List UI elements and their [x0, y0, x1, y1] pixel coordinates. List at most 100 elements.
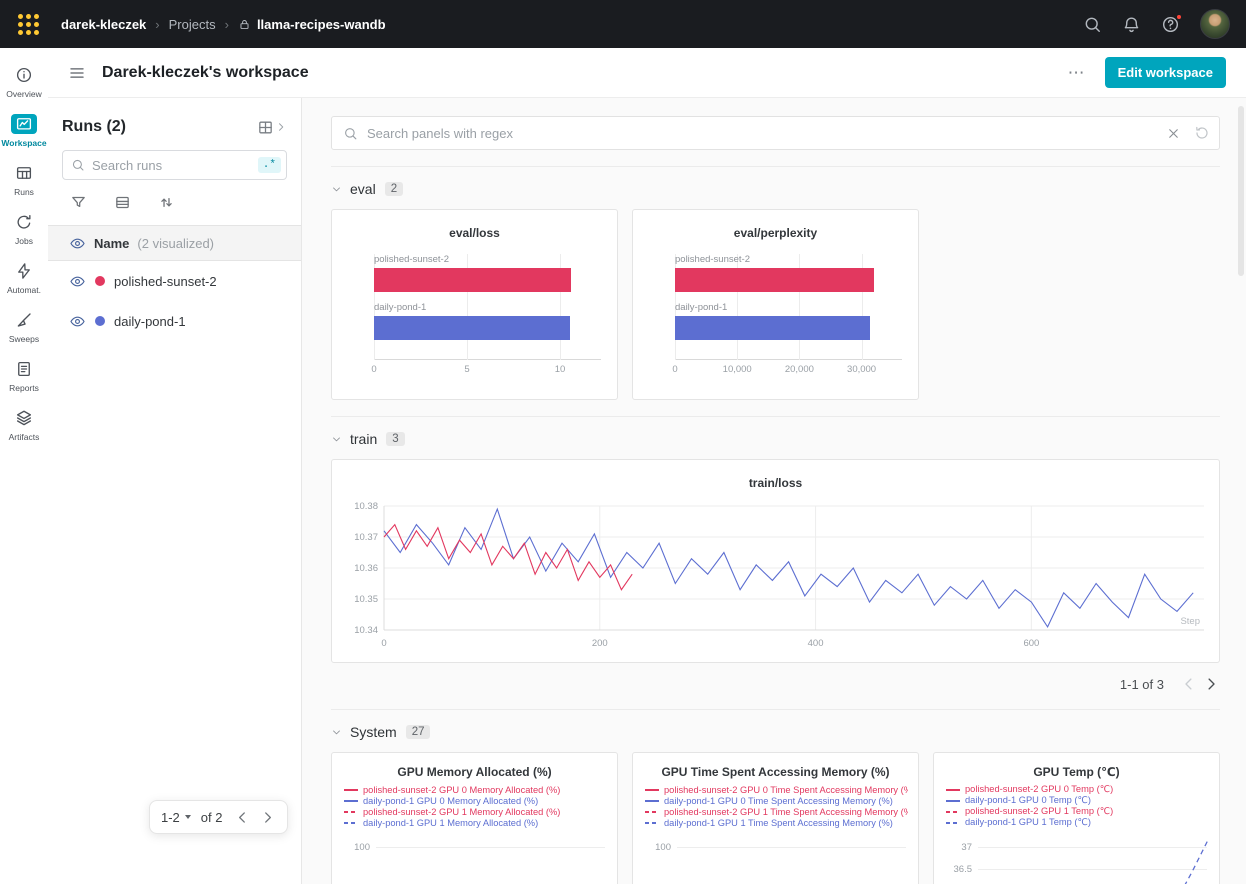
- svg-text:10.35: 10.35: [354, 594, 378, 605]
- artifacts-layers-icon: [11, 408, 37, 428]
- panel-eval-loss[interactable]: eval/loss polished-sunset-2daily-pond-1 …: [331, 209, 618, 400]
- legend-label: daily-pond-1 GPU 1 Time Spent Accessing …: [664, 818, 893, 828]
- svg-text:10.34: 10.34: [354, 625, 378, 636]
- legend-line-marker: [344, 789, 358, 791]
- legend-label: daily-pond-1 GPU 0 Time Spent Accessing …: [664, 796, 893, 806]
- search-icon: [343, 126, 358, 141]
- run-row-daily-pond-1[interactable]: daily-pond-1: [48, 301, 301, 341]
- legend-item[interactable]: daily-pond-1 GPU 1 Time Spent Accessing …: [645, 817, 908, 828]
- panel-gpu-memory-allocated[interactable]: GPU Memory Allocated (%) polished-sunset…: [331, 752, 618, 884]
- axis-tick-label: 10: [555, 364, 566, 375]
- section-train-header[interactable]: train 3: [331, 431, 405, 447]
- runs-pagination: 1-2 of 2: [149, 800, 288, 834]
- search-runs-input[interactable]: [92, 158, 251, 173]
- sidebar-item-runs[interactable]: Runs: [0, 156, 48, 205]
- sidebar-item-workspace[interactable]: Workspace: [0, 107, 48, 156]
- run-search-box: .*: [62, 150, 287, 180]
- legend-label: daily-pond-1 GPU 1 Memory Allocated (%): [363, 818, 538, 828]
- train-pagination: 1-1 of 3: [331, 675, 1220, 693]
- section-eval: eval 2 eval/loss polished-sunset-2daily-…: [331, 166, 1220, 400]
- edit-workspace-button[interactable]: Edit workspace: [1105, 57, 1226, 88]
- eval-perplexity-chart: polished-sunset-2daily-pond-1: [675, 254, 902, 360]
- sidebar-item-jobs[interactable]: Jobs: [0, 205, 48, 254]
- legend-item[interactable]: daily-pond-1 GPU 1 Temp (℃): [946, 817, 1209, 828]
- axis-row: 37: [946, 836, 1207, 858]
- visibility-eye-icon[interactable]: [69, 313, 86, 330]
- next-page-button[interactable]: [259, 809, 276, 826]
- legend-item[interactable]: daily-pond-1 GPU 0 Memory Allocated (%): [344, 795, 607, 806]
- prev-page-button[interactable]: [1180, 675, 1198, 693]
- panel-search-box: [331, 116, 1220, 150]
- sidebar-item-reports[interactable]: Reports: [0, 352, 48, 401]
- chart-legend: polished-sunset-2 GPU 0 Temp (℃)daily-po…: [946, 784, 1209, 828]
- run-row-polished-sunset-2[interactable]: polished-sunset-2: [48, 261, 301, 301]
- notification-dot: [1175, 13, 1183, 21]
- regex-toggle-button[interactable]: .*: [258, 157, 281, 173]
- breadcrumb-user[interactable]: darek-kleczek: [61, 17, 146, 32]
- more-options-button[interactable]: ⋯: [1068, 63, 1087, 83]
- next-page-button[interactable]: [1202, 675, 1220, 693]
- legend-item[interactable]: polished-sunset-2 GPU 0 Temp (℃): [946, 784, 1209, 795]
- panel-train-loss[interactable]: train/loss 10.3810.3710.3610.3510.340200…: [331, 459, 1220, 663]
- workspace-actions: ⋯ Edit workspace: [1068, 57, 1226, 88]
- panel-gpu-temp[interactable]: GPU Temp (℃) polished-sunset-2 GPU 0 Tem…: [933, 752, 1220, 884]
- sidebar-item-artifacts[interactable]: Artifacts: [0, 401, 48, 450]
- info-icon: [11, 65, 37, 85]
- section-system-header[interactable]: System 27: [331, 724, 430, 740]
- group-icon[interactable]: [114, 194, 131, 211]
- legend-item[interactable]: daily-pond-1 GPU 0 Time Spent Accessing …: [645, 795, 908, 806]
- runs-panel-title: Runs (2): [62, 118, 126, 136]
- legend-item[interactable]: polished-sunset-2 GPU 1 Temp (℃): [946, 806, 1209, 817]
- prev-page-button[interactable]: [234, 809, 251, 826]
- menu-icon[interactable]: [68, 64, 86, 82]
- legend-item[interactable]: daily-pond-1 GPU 1 Memory Allocated (%): [344, 817, 607, 828]
- section-eval-header[interactable]: eval 2: [331, 181, 403, 197]
- user-avatar[interactable]: [1200, 9, 1230, 39]
- wandb-logo[interactable]: [18, 14, 39, 35]
- chart-plot: 3736.5: [946, 836, 1207, 880]
- panel-gpu-time-accessing-memory[interactable]: GPU Time Spent Accessing Memory (%) poli…: [632, 752, 919, 884]
- legend-item[interactable]: daily-pond-1 GPU 0 Temp (℃): [946, 795, 1209, 806]
- sidebar-item-sweeps[interactable]: Sweeps: [0, 303, 48, 352]
- bar-daily-pond-1: [675, 316, 870, 340]
- sidebar-item-overview[interactable]: Overview: [0, 58, 48, 107]
- legend-line-marker: [344, 800, 358, 802]
- filter-funnel-icon[interactable]: [70, 194, 87, 211]
- visibility-eye-icon[interactable]: [69, 273, 86, 290]
- search-panels-input[interactable]: [367, 126, 1157, 141]
- sidebar-item-automations[interactable]: Automat.: [0, 254, 48, 303]
- clear-search-icon[interactable]: [1166, 126, 1181, 141]
- search-icon[interactable]: [1083, 15, 1102, 34]
- automations-icon: [11, 261, 37, 281]
- sort-icon[interactable]: [158, 194, 175, 211]
- panel-count-badge: 3: [386, 432, 404, 446]
- page-title: Darek-kleczek's workspace: [102, 64, 309, 82]
- chevron-right-icon: [275, 121, 287, 133]
- legend-item[interactable]: polished-sunset-2 GPU 0 Time Spent Acces…: [645, 784, 908, 795]
- name-column-header[interactable]: Name: [94, 236, 129, 251]
- toggle-all-visibility-eye-icon[interactable]: [69, 235, 86, 252]
- help-icon[interactable]: [1161, 15, 1180, 34]
- workspace-header: Darek-kleczek's workspace ⋯ Edit workspa…: [48, 48, 1246, 98]
- scrollbar-thumb[interactable]: [1238, 106, 1244, 276]
- gridline: [978, 847, 1207, 848]
- breadcrumb-projects[interactable]: Projects: [169, 17, 216, 32]
- bar-daily-pond-1: [374, 316, 570, 340]
- page-size-dropdown[interactable]: 1-2: [161, 810, 191, 825]
- legend-item[interactable]: polished-sunset-2 GPU 0 Memory Allocated…: [344, 784, 607, 795]
- topbar-actions: [1083, 9, 1230, 39]
- legend-line-marker: [645, 789, 659, 791]
- svg-text:600: 600: [1023, 638, 1039, 649]
- legend-label: daily-pond-1 GPU 1 Temp (℃): [965, 817, 1091, 828]
- breadcrumb-project[interactable]: llama-recipes-wandb: [257, 17, 386, 32]
- breadcrumb-separator: ›: [155, 17, 159, 32]
- notifications-bell-icon[interactable]: [1122, 15, 1141, 34]
- legend-item[interactable]: polished-sunset-2 GPU 1 Time Spent Acces…: [645, 806, 908, 817]
- panel-eval-perplexity[interactable]: eval/perplexity polished-sunset-2daily-p…: [632, 209, 919, 400]
- history-reset-icon[interactable]: [1194, 125, 1210, 141]
- runs-table-toggle-button[interactable]: [257, 119, 287, 136]
- bar-series-label: daily-pond-1: [675, 302, 902, 313]
- legend-item[interactable]: polished-sunset-2 GPU 1 Memory Allocated…: [344, 806, 607, 817]
- axis-tick-label: 0: [371, 364, 376, 375]
- section-train: train 3 train/loss 10.3810.3710.3610.351…: [331, 416, 1220, 693]
